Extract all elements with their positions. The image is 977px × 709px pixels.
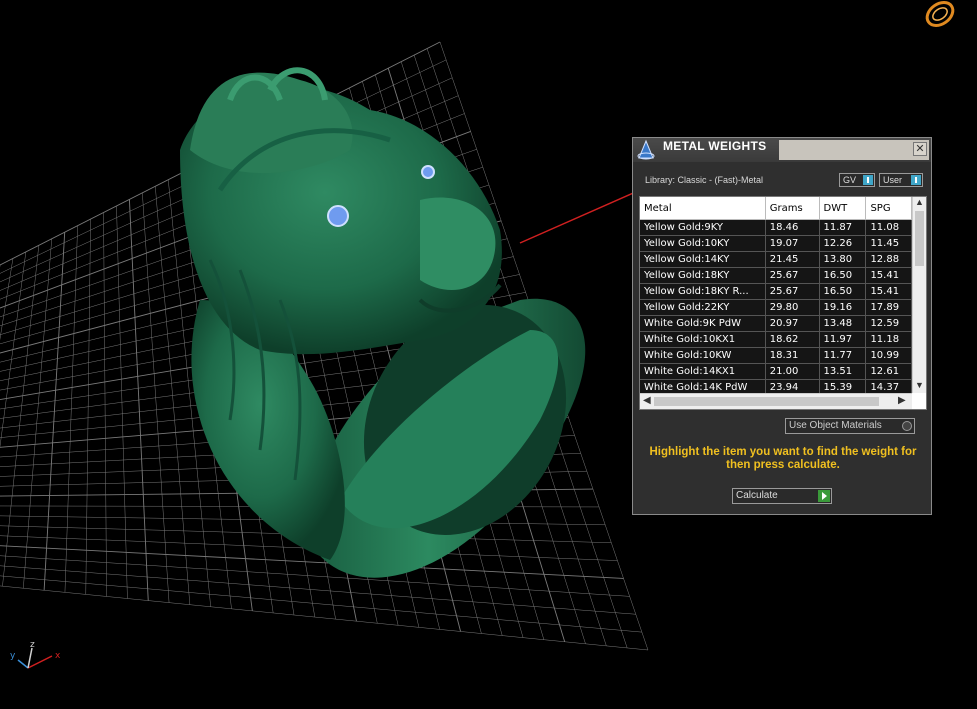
vertical-scroll-thumb[interactable] (915, 211, 924, 266)
column-header-metal[interactable]: Metal (640, 197, 766, 220)
cell-dwt: 12.26 (819, 235, 867, 252)
dialog-title: METAL WEIGHTS (663, 139, 767, 153)
left-eye-gem (327, 205, 349, 227)
cell-metal: White Gold:10KW (640, 347, 766, 364)
axis-gizmo (17, 647, 53, 669)
cell-grams: 19.07 (765, 235, 820, 252)
calculate-label: Calculate (736, 490, 778, 501)
cell-metal: Yellow Gold:10KY (640, 235, 766, 252)
cell-metal: Yellow Gold:14KY (640, 251, 766, 268)
scroll-down-icon[interactable]: ▼ (915, 380, 924, 390)
axis-label-y: y (10, 651, 16, 661)
cell-grams: 25.67 (765, 267, 820, 284)
cell-spg: 17.89 (865, 299, 912, 316)
cell-dwt: 11.77 (819, 347, 867, 364)
cell-dwt: 13.80 (819, 251, 867, 268)
calculate-button[interactable]: Calculate (732, 488, 832, 504)
table-row[interactable]: Yellow Gold:9KY 18.46 11.87 11.08 (640, 219, 912, 236)
cell-dwt: 11.87 (819, 219, 867, 236)
cell-grams: 18.46 (765, 219, 820, 236)
use-object-materials-option[interactable]: Use Object Materials (785, 418, 915, 434)
cell-metal: White Gold:10KX1 (640, 331, 766, 348)
scroll-right-icon[interactable]: ▶ (898, 395, 906, 406)
titlebar-drag-area[interactable] (779, 140, 929, 160)
column-header-dwt[interactable]: DWT (819, 197, 867, 220)
close-button[interactable]: ✕ (913, 142, 927, 156)
metal-weights-icon (637, 139, 655, 160)
cell-spg: 14.37 (865, 379, 912, 393)
cell-grams: 18.62 (765, 331, 820, 348)
cell-grams: 18.31 (765, 347, 820, 364)
cell-dwt: 16.50 (819, 267, 867, 284)
user-toggle-label: User (883, 175, 903, 185)
x-axis-line (519, 189, 641, 244)
user-toggle[interactable]: User (879, 173, 923, 187)
table-row[interactable]: White Gold:10KX1 18.62 11.97 11.18 (640, 331, 912, 348)
cell-metal: Yellow Gold:9KY (640, 219, 766, 236)
cell-metal: White Gold:14K PdW (640, 379, 766, 393)
column-header-grams[interactable]: Grams (765, 197, 820, 220)
instructions-text: Highlight the item you want to find the … (649, 446, 917, 471)
metal-weights-table[interactable]: Metal Grams DWT SPG Yellow Gold:9KY 18.46… (640, 197, 912, 393)
table-row[interactable]: White Gold:14K PdW 23.94 15.39 14.37 (640, 379, 912, 393)
cell-spg: 15.41 (865, 283, 912, 300)
table-row[interactable]: Yellow Gold:18KY R... 25.67 16.50 15.41 (640, 283, 912, 300)
cell-spg: 15.41 (865, 267, 912, 284)
right-eye-gem (421, 165, 435, 179)
cell-spg: 12.59 (865, 315, 912, 332)
table-row[interactable]: Yellow Gold:22KY 29.80 19.16 17.89 (640, 299, 912, 316)
table-row[interactable]: White Gold:9K PdW 20.97 13.48 12.59 (640, 315, 912, 332)
cell-grams: 25.67 (765, 283, 820, 300)
table-row[interactable]: White Gold:14KX1 21.00 13.51 12.61 (640, 363, 912, 380)
table-row[interactable]: White Gold:10KW 18.31 11.77 10.99 (640, 347, 912, 364)
scroll-up-icon[interactable]: ▲ (915, 197, 924, 207)
cell-dwt: 13.51 (819, 363, 867, 380)
info-icon (863, 175, 873, 185)
axis-label-x: x (55, 651, 61, 661)
cell-metal: Yellow Gold:22KY (640, 299, 766, 316)
info-icon (911, 175, 921, 185)
cell-spg: 11.45 (865, 235, 912, 252)
axis-label-z: z (30, 640, 35, 650)
dialog-titlebar[interactable]: METAL WEIGHTS ✕ (633, 138, 931, 162)
cell-metal: Yellow Gold:18KY (640, 267, 766, 284)
horizontal-scrollbar[interactable]: ◀ ▶ (640, 393, 912, 409)
radio-icon[interactable] (902, 421, 912, 431)
cell-grams: 23.94 (765, 379, 820, 393)
cell-grams: 21.00 (765, 363, 820, 380)
metal-table[interactable]: Metal Grams DWT SPG Yellow Gold:9KY 18.46… (639, 196, 927, 410)
cell-grams: 21.45 (765, 251, 820, 268)
cell-metal: Yellow Gold:18KY R... (640, 283, 766, 300)
column-header-spg[interactable]: SPG (865, 197, 912, 220)
table-row[interactable]: Yellow Gold:10KY 19.07 12.26 11.45 (640, 235, 912, 252)
cell-grams: 29.80 (765, 299, 820, 316)
cell-metal: White Gold:9K PdW (640, 315, 766, 332)
cell-spg: 12.88 (865, 251, 912, 268)
metal-weights-dialog[interactable]: METAL WEIGHTS ✕ Library: Classic - (Fast… (632, 137, 932, 515)
cell-dwt: 16.50 (819, 283, 867, 300)
table-row[interactable]: Yellow Gold:14KY 21.45 13.80 12.88 (640, 251, 912, 268)
cell-dwt: 15.39 (819, 379, 867, 393)
gv-toggle[interactable]: GV (839, 173, 875, 187)
cell-spg: 11.08 (865, 219, 912, 236)
ring-logo-icon[interactable] (923, 0, 957, 30)
gv-toggle-label: GV (843, 175, 857, 185)
scroll-left-icon[interactable]: ◀ (643, 395, 651, 406)
cell-dwt: 19.16 (819, 299, 867, 316)
horizontal-scroll-thumb[interactable] (654, 397, 879, 406)
vertical-scrollbar[interactable]: ▲ ▼ (912, 197, 926, 393)
table-header-row: Metal Grams DWT SPG (640, 197, 912, 220)
cell-spg: 11.18 (865, 331, 912, 348)
cell-spg: 10.99 (865, 347, 912, 364)
cell-metal: White Gold:14KX1 (640, 363, 766, 380)
cell-grams: 20.97 (765, 315, 820, 332)
play-icon (818, 490, 830, 502)
library-label: Library: Classic - (Fast)-Metal (645, 175, 764, 185)
cell-spg: 12.61 (865, 363, 912, 380)
ring-model[interactable] (180, 67, 605, 578)
use-object-materials-label: Use Object Materials (789, 420, 882, 431)
table-row[interactable]: Yellow Gold:18KY 25.67 16.50 15.41 (640, 267, 912, 284)
cell-dwt: 13.48 (819, 315, 867, 332)
cell-dwt: 11.97 (819, 331, 867, 348)
